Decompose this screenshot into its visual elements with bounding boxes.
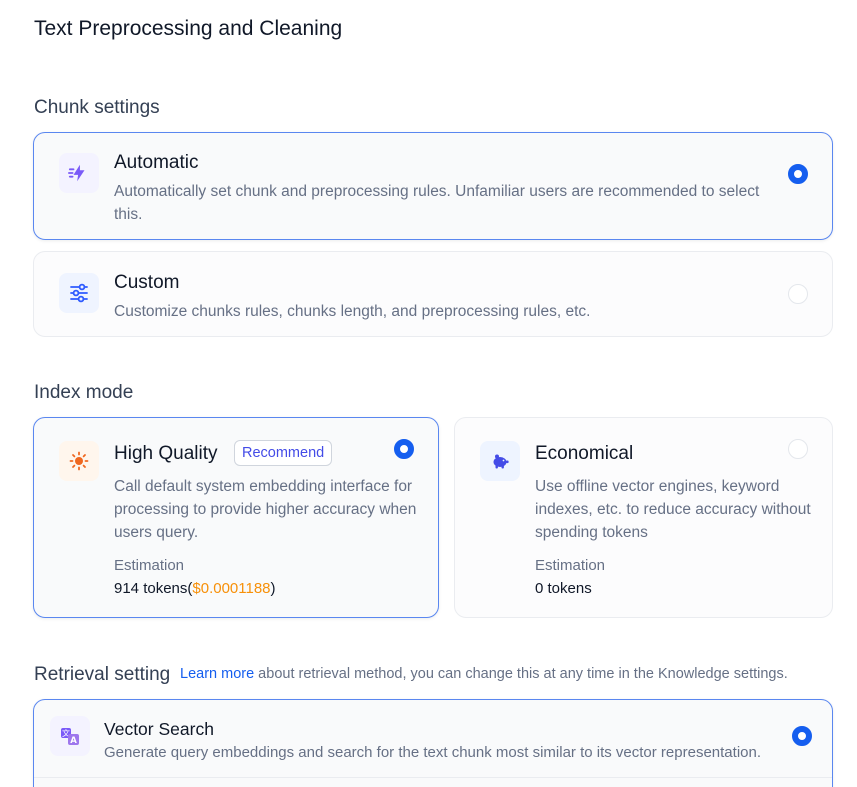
economical-estimation-value: 0 tokens <box>535 580 592 597</box>
divider <box>34 777 832 778</box>
high-quality-description: Call default system embedding interface … <box>114 478 417 541</box>
economical-estimation-label: Estimation <box>535 557 606 574</box>
automatic-description: Automatically set chunk and preprocessin… <box>114 183 760 223</box>
token-close: ) <box>270 580 276 597</box>
lightning-icon <box>59 153 99 193</box>
high-quality-title: High Quality <box>114 443 218 464</box>
economical-title: Economical <box>535 443 634 464</box>
token-price: $0.0001188 <box>192 580 271 597</box>
automatic-title: Automatic <box>114 152 199 173</box>
page-title: Text Preprocessing and Cleaning <box>34 17 343 40</box>
svg-text:A: A <box>70 736 77 746</box>
token-count: 914 tokens( <box>114 580 193 597</box>
piggy-bank-icon <box>480 441 520 481</box>
index-mode-high-quality[interactable]: High Quality Recommend Call default syst… <box>33 417 439 618</box>
economical-radio[interactable] <box>788 439 808 459</box>
chunk-option-automatic[interactable]: Automatic Automatically set chunk and pr… <box>33 132 833 240</box>
retrieval-option-vector-search[interactable]: 文 A Vector Search Generate query embeddi… <box>33 699 833 787</box>
retrieval-description-text: about retrieval method, you can change t… <box>254 666 788 682</box>
retrieval-description: Learn more about retrieval method, you c… <box>180 666 788 682</box>
chunk-settings-title: Chunk settings <box>34 97 160 118</box>
custom-title: Custom <box>114 272 180 293</box>
high-quality-estimation-label: Estimation <box>114 557 185 574</box>
retrieval-setting-title: Retrieval setting <box>34 664 171 685</box>
sun-icon <box>59 441 99 481</box>
index-mode-economical[interactable]: Economical Use offline vector engines, k… <box>454 417 833 618</box>
vector-search-description: Generate query embeddings and search for… <box>104 744 761 761</box>
custom-description: Customize chunks rules, chunks length, a… <box>114 303 591 320</box>
learn-more-link[interactable]: Learn more <box>180 666 254 682</box>
custom-radio[interactable] <box>788 284 808 304</box>
vector-search-title: Vector Search <box>104 719 214 739</box>
high-quality-estimation-value: 914 tokens($0.0001188) <box>114 580 276 597</box>
recommend-badge: Recommend <box>234 440 333 466</box>
translate-icon: 文 A <box>50 716 90 756</box>
high-quality-radio[interactable] <box>394 439 414 459</box>
index-mode-title: Index mode <box>34 382 134 403</box>
economical-description: Use offline vector engines, keyword inde… <box>535 478 811 541</box>
vector-search-radio[interactable] <box>792 726 812 746</box>
automatic-radio[interactable] <box>788 164 808 184</box>
chunk-option-custom[interactable]: Custom Customize chunks rules, chunks le… <box>33 251 833 337</box>
sliders-icon <box>59 273 99 313</box>
